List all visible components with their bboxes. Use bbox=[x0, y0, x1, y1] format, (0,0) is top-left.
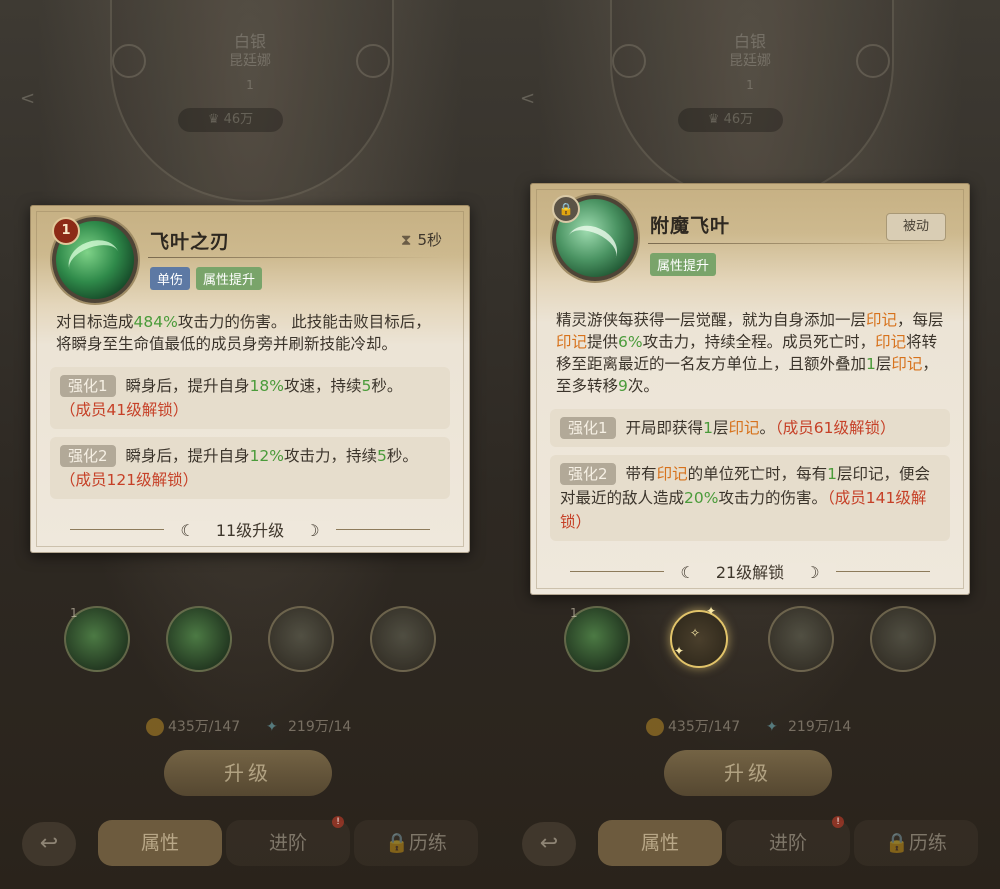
moon-icon: ☾ bbox=[172, 521, 208, 540]
power-pill: ♛ 46万 bbox=[678, 108, 783, 132]
power-pill: ♛ 46万 bbox=[178, 108, 283, 132]
gem-cost: ✦ 219万/14 bbox=[266, 719, 352, 735]
enchanted-leaf-icon bbox=[559, 217, 625, 277]
rank-title: 白银 bbox=[233, 32, 266, 51]
back-button[interactable]: ↩ bbox=[22, 822, 76, 866]
lock-icon: 🔒 bbox=[385, 832, 409, 854]
notification-dot: ! bbox=[832, 816, 844, 828]
enhancement-1: 强化1 瞬身后，提升自身18%攻速，持续5秒。 （成员41级解锁） bbox=[50, 367, 450, 429]
skill-slot-1[interactable]: 1 bbox=[564, 606, 630, 672]
crown-icon: ♛ bbox=[207, 112, 224, 127]
tab-training[interactable]: 🔒历练 bbox=[854, 820, 978, 866]
card-header: 1 飞叶之刃 ⧗ 5秒 单伤 属性提升 bbox=[30, 205, 470, 305]
sparkle-icon: ✦ bbox=[706, 604, 717, 618]
share-icon[interactable]: < bbox=[20, 88, 35, 109]
moon-icon: ☽ bbox=[292, 521, 328, 540]
enhancement-2: 强化2 瞬身后，提升自身12%攻击力，持续5秒。 （成员121级解锁） bbox=[50, 437, 450, 499]
hero-level: 1 bbox=[246, 78, 254, 92]
skill-slot-3[interactable] bbox=[768, 606, 834, 672]
hero-name: 昆廷娜 bbox=[729, 53, 771, 69]
skill-icon: 1 bbox=[52, 217, 138, 303]
left-panel: 白银 昆廷娜 1 ♛ 46万 < 1 飞叶之刃 ⧗ 5秒 单伤 属性提升 对目标造成… bbox=[0, 0, 500, 889]
skill-tags: 单伤 属性提升 bbox=[150, 267, 268, 290]
unlock-level: 21级解锁 bbox=[707, 563, 793, 582]
lock-badge-icon: 🔒 bbox=[552, 195, 580, 223]
skill-slot-4[interactable] bbox=[870, 606, 936, 672]
constellation-icon: ✧ bbox=[690, 626, 701, 640]
skill-slot-4[interactable] bbox=[370, 606, 436, 672]
skill-description: 对目标造成484%攻击力的伤害。 此技能击败目标后，将瞬身至生命值最低的成员身旁… bbox=[56, 313, 431, 353]
unlock-requirement: （成员41级解锁） bbox=[60, 401, 189, 419]
enhancement-1: 强化1 开局即获得1层印记。（成员61级解锁） bbox=[550, 409, 950, 447]
tab-advance[interactable]: 进阶! bbox=[226, 816, 350, 866]
power-value: 46万 bbox=[723, 112, 754, 127]
tag-single-damage: 单伤 bbox=[150, 267, 191, 290]
skill-slot-2-selected[interactable]: ✧ ✦ ✦ bbox=[670, 604, 728, 668]
back-button[interactable]: ↩ bbox=[522, 822, 576, 866]
gold-coin-icon bbox=[146, 718, 164, 736]
right-panel: 白银 昆廷娜 1 ♛ 46万 < 🔒 附魔飞叶 被动 属性提升 精灵游侠每获得一… bbox=[500, 0, 1000, 889]
bottom-tab-bar: ↩ 属性 进阶! 🔒历练 bbox=[500, 812, 1000, 876]
enhancement-label: 强化2 bbox=[560, 463, 616, 485]
tab-attributes[interactable]: 属性 bbox=[98, 820, 222, 866]
lock-icon: 🔒 bbox=[885, 832, 909, 854]
passive-badge: 被动 bbox=[886, 213, 946, 241]
skill-tags: 属性提升 bbox=[650, 253, 722, 276]
bottom-tab-bar: ↩ 属性 进阶! 🔒历练 bbox=[0, 812, 500, 876]
crystal-icon: ✦ bbox=[266, 719, 278, 735]
skill-description: 精灵游侠每获得一层觉醒，就为自身添加一层印记，每层印记提供6%攻击力，持续全程。… bbox=[556, 311, 944, 395]
enhancement-label: 强化2 bbox=[60, 445, 116, 467]
upgrade-button[interactable]: 升级 bbox=[164, 750, 332, 796]
unlock-requirement: （成员61级解锁） bbox=[774, 419, 896, 437]
enhancement-label: 强化1 bbox=[60, 375, 116, 397]
gem-cost: ✦ 219万/14 bbox=[766, 719, 852, 735]
skill-name: 飞叶之刃 bbox=[150, 231, 231, 253]
skill-card: 🔒 附魔飞叶 被动 属性提升 精灵游侠每获得一层觉醒，就为自身添加一层印记，每层… bbox=[530, 183, 970, 595]
moon-icon: ☾ bbox=[672, 563, 708, 582]
unlock-requirement: （成员121级解锁） bbox=[60, 471, 199, 489]
tab-attributes[interactable]: 属性 bbox=[598, 820, 722, 866]
card-header: 🔒 附魔飞叶 被动 属性提升 bbox=[530, 183, 970, 281]
skill-card: 1 飞叶之刃 ⧗ 5秒 单伤 属性提升 对目标造成484%攻击力的伤害。 此技能击败… bbox=[30, 205, 470, 553]
upgrade-level: 11级升级 bbox=[207, 521, 293, 540]
card-footer: ☾ 21级解锁 ☽ bbox=[530, 549, 970, 595]
notification-dot: ! bbox=[332, 816, 344, 828]
skill-number-badge: 1 bbox=[52, 217, 80, 245]
hourglass-icon: ⧗ bbox=[400, 231, 412, 249]
gold-cost: 435万/147 bbox=[146, 716, 240, 738]
card-footer: ☾ 11级升级 ☽ bbox=[30, 507, 470, 553]
skill-slot-1[interactable]: 1 bbox=[64, 606, 130, 672]
power-value: 46万 bbox=[223, 112, 254, 127]
hero-name: 昆廷娜 bbox=[229, 53, 271, 69]
tag-stat-boost: 属性提升 bbox=[196, 267, 263, 290]
tab-training[interactable]: 🔒历练 bbox=[354, 820, 478, 866]
divider bbox=[648, 243, 944, 244]
upgrade-button[interactable]: 升级 bbox=[664, 750, 832, 796]
tag-stat-boost: 属性提升 bbox=[650, 253, 717, 276]
moon-icon: ☽ bbox=[792, 563, 828, 582]
hero-level: 1 bbox=[746, 78, 754, 92]
skill-name: 附魔飞叶 bbox=[650, 215, 731, 237]
crystal-icon: ✦ bbox=[766, 719, 778, 735]
skill-slot-3[interactable] bbox=[268, 606, 334, 672]
divider bbox=[148, 257, 444, 258]
rank-title: 白银 bbox=[733, 32, 766, 51]
gold-cost: 435万/147 bbox=[646, 716, 740, 738]
skill-slot-2[interactable] bbox=[166, 606, 232, 672]
sparkle-icon: ✦ bbox=[674, 644, 685, 658]
tab-advance[interactable]: 进阶! bbox=[726, 816, 850, 866]
enhancement-label: 强化1 bbox=[560, 417, 616, 439]
cooldown-value: 5秒 bbox=[417, 231, 442, 249]
gold-coin-icon bbox=[646, 718, 664, 736]
skill-icon: 🔒 bbox=[552, 195, 638, 281]
share-icon[interactable]: < bbox=[520, 88, 535, 109]
crown-icon: ♛ bbox=[707, 112, 724, 127]
enhancement-2: 强化2 带有印记的单位死亡时，每有1层印记，便会对最近的敌人造成20%攻击力的伤害… bbox=[550, 455, 950, 541]
cooldown: ⧗ 5秒 bbox=[401, 229, 442, 250]
